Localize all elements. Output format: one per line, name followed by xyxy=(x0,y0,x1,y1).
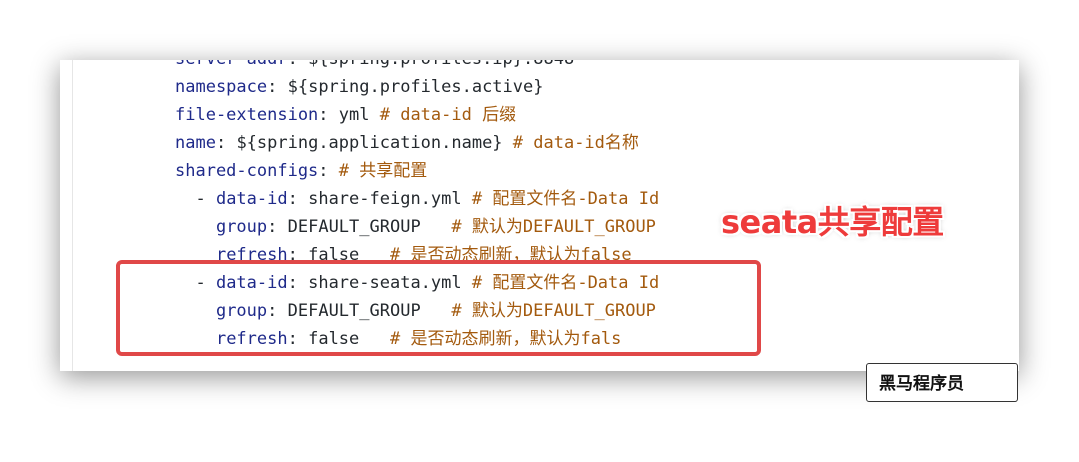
code-line: file-extension: yml # data-id 后缀 xyxy=(175,101,659,129)
yaml-value: ${spring.profiles.ip}:8848 xyxy=(308,60,574,69)
yaml-comment: # data-id名称 xyxy=(512,133,639,153)
yaml-comment: # data-id 后缀 xyxy=(379,105,517,125)
yaml-key: name xyxy=(175,133,216,153)
code-line: server-addr: ${spring.profiles.ip}:8848 xyxy=(175,60,659,73)
yaml-value: DEFAULT_GROUP xyxy=(287,217,452,237)
yaml-key: data-id xyxy=(215,189,288,209)
code-line: group: DEFAULT_GROUP # 默认为DEFAULT_GROUP xyxy=(175,213,659,241)
yaml-key: file-extension xyxy=(175,105,319,125)
code-line: shared-configs: # 共享配置 xyxy=(175,157,659,185)
yaml-value: ${spring.profiles.active} xyxy=(287,77,544,97)
screenshot-stage: server-addr: ${spring.profiles.ip}:8848n… xyxy=(0,0,1079,462)
yaml-comment: # 配置文件名-Data Id xyxy=(471,189,660,209)
annotation-label: seata共享配置 xyxy=(721,203,944,241)
yaml-comment: # 共享配置 xyxy=(338,161,428,181)
yaml-key: namespace xyxy=(175,77,268,97)
yaml-comment: # 默认为DEFAULT_GROUP xyxy=(451,217,656,237)
yaml-separator: : xyxy=(215,133,237,153)
yaml-key: shared-configs xyxy=(175,161,319,181)
highlight-box xyxy=(116,260,761,356)
yaml-separator: : xyxy=(267,217,288,237)
yaml-value: yml xyxy=(338,105,380,125)
code-indent: - xyxy=(175,189,216,209)
yaml-separator: : xyxy=(318,105,339,125)
yaml-key: group xyxy=(215,217,268,237)
yaml-key: server-addr xyxy=(175,60,288,69)
yaml-separator: : xyxy=(267,77,288,97)
code-line: namespace: ${spring.profiles.active} xyxy=(175,73,659,101)
code-line: name: ${spring.application.name} # data-… xyxy=(175,129,659,157)
yaml-value: share-feign.yml xyxy=(308,189,472,209)
code-line: - data-id: share-feign.yml # 配置文件名-Data … xyxy=(175,185,659,213)
yaml-separator: : xyxy=(287,189,309,209)
yaml-separator: : xyxy=(288,60,308,69)
watermark-badge: 黑马程序员 xyxy=(866,363,1018,402)
yaml-separator: : xyxy=(318,161,339,181)
yaml-value: ${spring.application.name} xyxy=(236,133,513,153)
